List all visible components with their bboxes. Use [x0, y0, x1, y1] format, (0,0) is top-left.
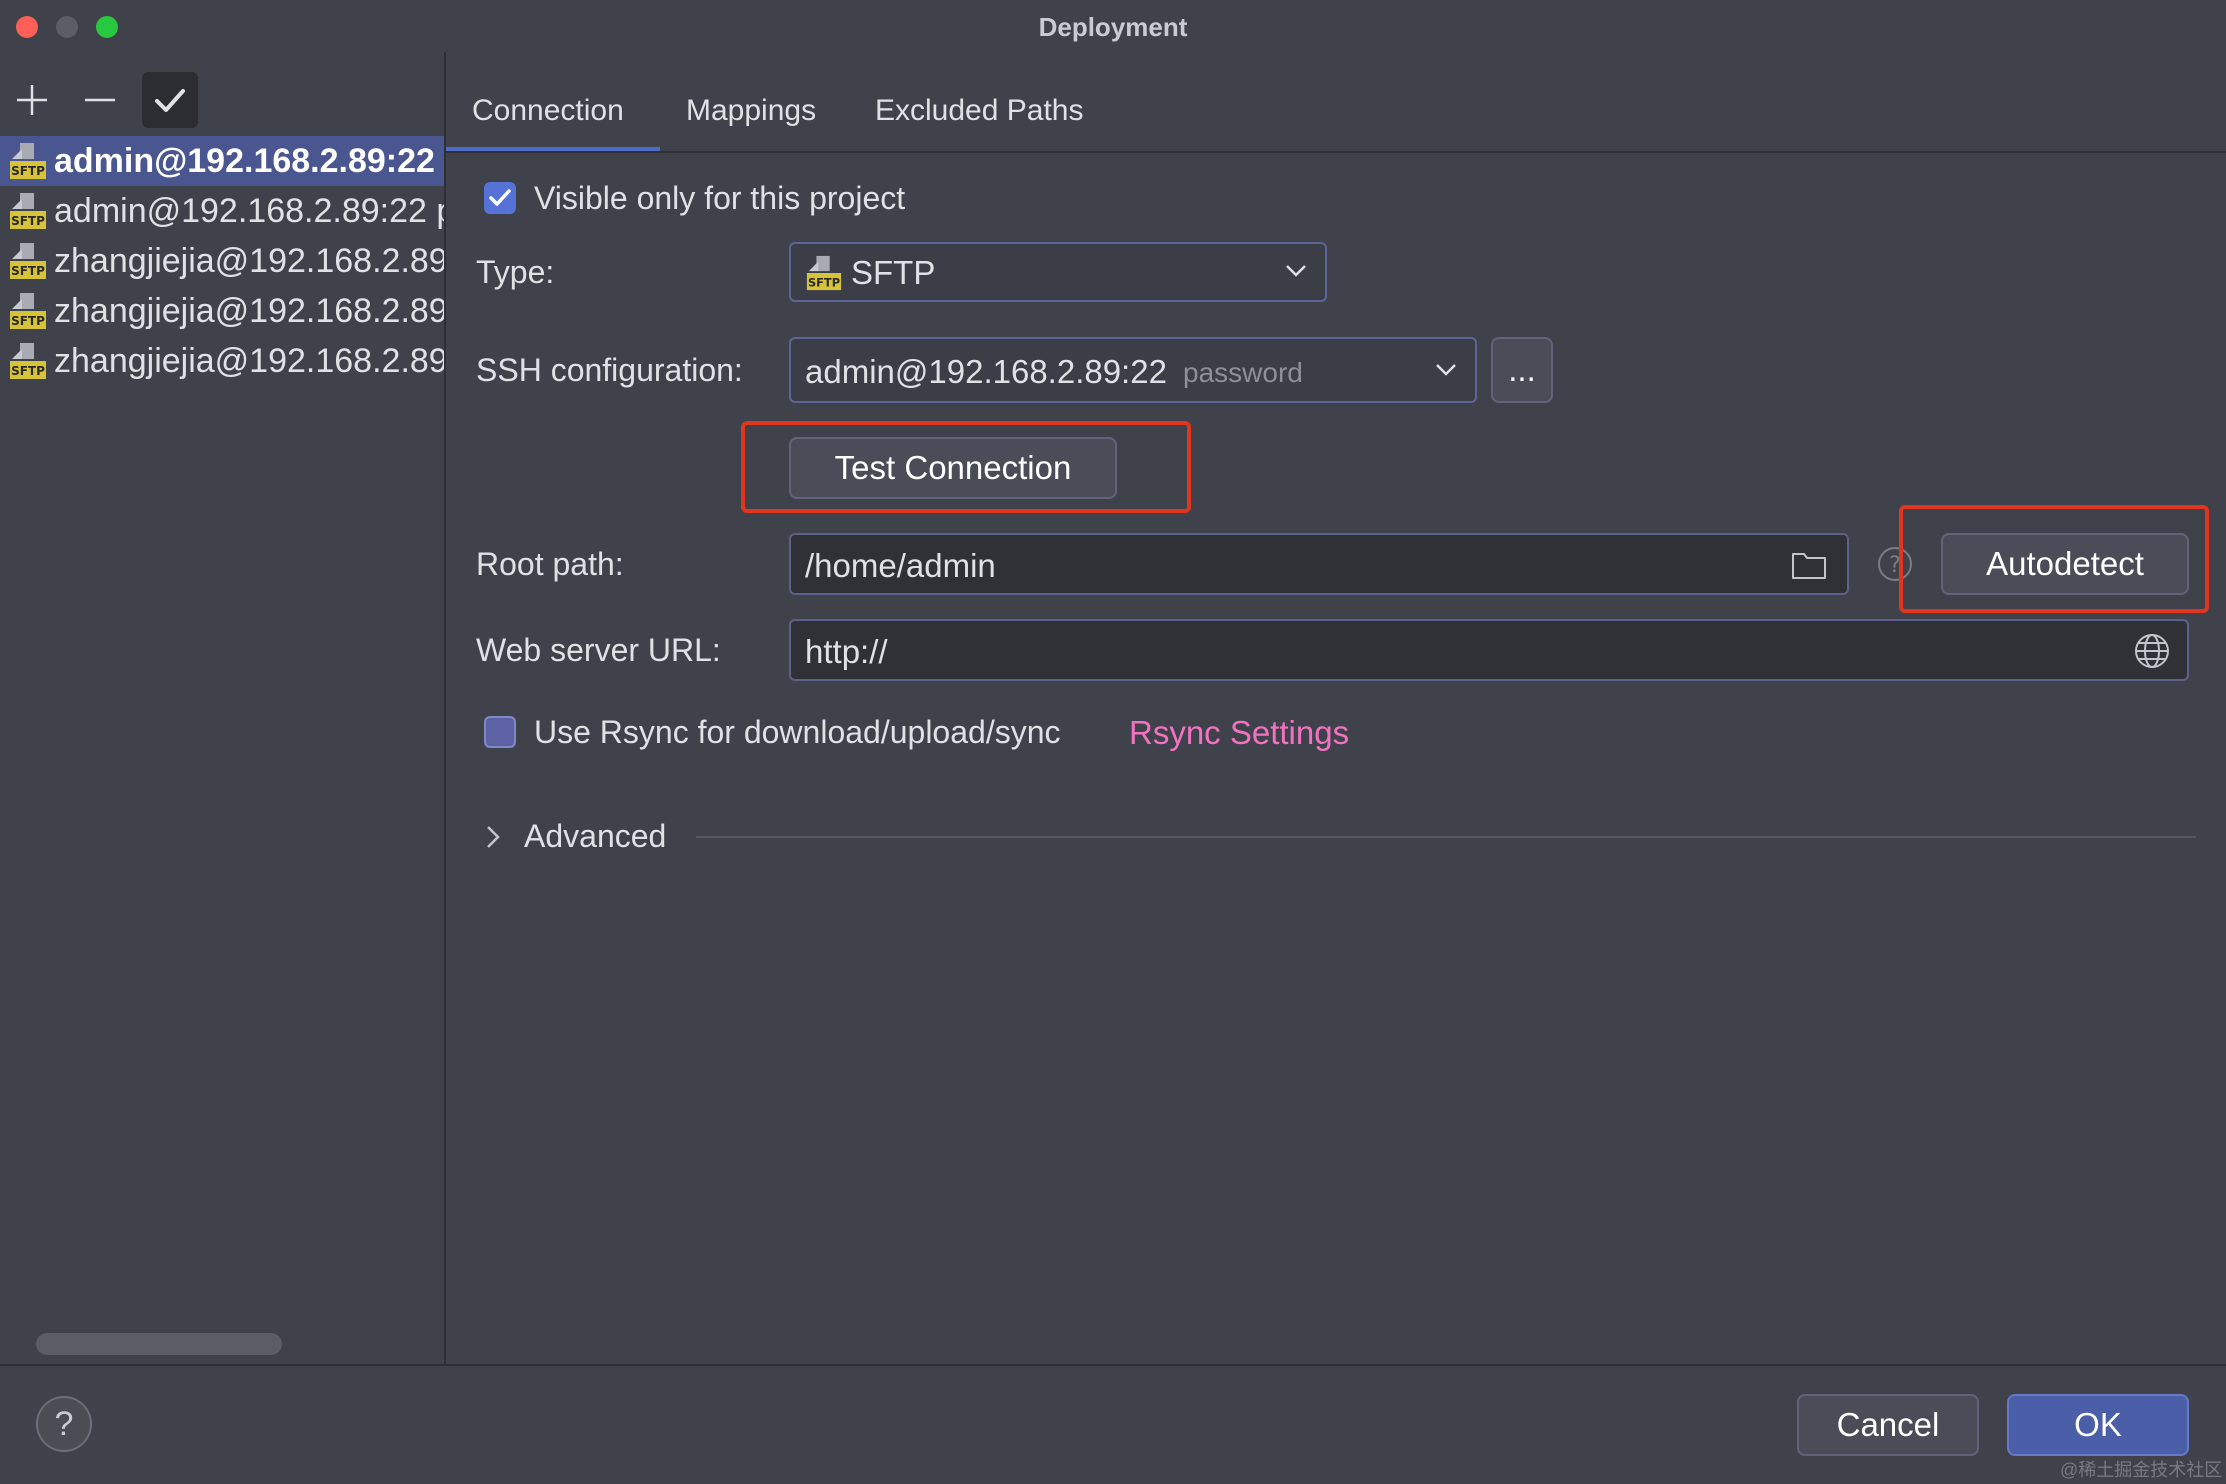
sftp-icon: SFTP — [10, 243, 46, 279]
tab-connection[interactable]: Connection — [472, 94, 624, 128]
use-rsync-label: Use Rsync for download/upload/sync — [534, 714, 1061, 750]
sftp-icon: SFTP — [806, 255, 842, 291]
server-label: zhangjiejia@192.168.2.89 — [54, 291, 444, 330]
server-list-item[interactable]: SFTP zhangjiejia@192.168.2.89 — [0, 286, 444, 336]
svg-text:SFTP: SFTP — [11, 264, 45, 278]
add-server-button[interactable] — [4, 72, 60, 128]
ssh-auth-hint: password — [1183, 357, 1303, 388]
type-value: SFTP — [851, 254, 936, 291]
deployment-dialog: Deployment SFTP admin@192.168.2.89:22 SF… — [0, 0, 2226, 1482]
checkmark-icon — [155, 89, 185, 112]
tab-excluded-paths[interactable]: Excluded Paths — [875, 94, 1083, 128]
sftp-icon: SFTP — [10, 193, 46, 229]
dialog-footer: ? Cancel OK @稀土掘金技术社区 — [0, 1364, 2226, 1484]
root-path-label: Root path: — [476, 546, 624, 582]
svg-text:SFTP: SFTP — [11, 214, 45, 228]
advanced-divider — [696, 836, 2196, 838]
window-title: Deployment — [1038, 12, 1188, 42]
server-sidebar: SFTP admin@192.168.2.89:22 SFTP admin@19… — [0, 52, 446, 1364]
type-dropdown[interactable]: SFTP SFTP — [789, 242, 1327, 302]
tab-mappings[interactable]: Mappings — [686, 94, 816, 128]
horizontal-scrollbar[interactable] — [36, 1333, 282, 1355]
remove-server-button[interactable] — [72, 72, 128, 128]
visible-only-checkbox[interactable] — [484, 182, 516, 214]
globe-icon[interactable] — [2133, 632, 2171, 670]
title-bar: Deployment — [0, 0, 2226, 52]
use-rsync-checkbox[interactable] — [484, 716, 516, 748]
root-path-value: /home/admin — [805, 547, 996, 584]
web-server-url-input[interactable]: http:// — [789, 619, 2189, 681]
folder-icon[interactable] — [1791, 550, 1827, 580]
advanced-section-toggle[interactable]: Advanced — [524, 818, 666, 855]
ssh-configuration-value: admin@192.168.2.89:22 — [805, 353, 1167, 390]
active-tab-indicator — [446, 147, 660, 151]
svg-text:SFTP: SFTP — [808, 275, 840, 289]
server-label: zhangjiejia@192.168.2.89 — [54, 241, 444, 280]
ssh-configuration-label: SSH configuration: — [476, 352, 743, 388]
sftp-icon: SFTP — [10, 343, 46, 379]
server-list-item[interactable]: SFTP admin@192.168.2.89:22 — [0, 136, 444, 186]
server-list: SFTP admin@192.168.2.89:22 SFTP admin@19… — [0, 136, 444, 386]
chevron-down-icon — [1436, 364, 1456, 376]
server-list-item[interactable]: SFTP zhangjiejia@192.168.2.89 — [0, 236, 444, 286]
svg-text:SFTP: SFTP — [11, 364, 45, 378]
watermark: @稀土掘金技术社区 — [2060, 1460, 2223, 1480]
chevron-down-icon — [1286, 265, 1306, 277]
visible-only-label: Visible only for this project — [534, 180, 906, 216]
root-path-input[interactable]: /home/admin — [789, 533, 1849, 595]
plus-icon — [17, 85, 47, 115]
server-list-item[interactable]: SFTP zhangjiejia@192.168.2.89 — [0, 336, 444, 386]
help-button[interactable]: ? — [36, 1396, 92, 1452]
cancel-button[interactable]: Cancel — [1797, 1394, 1979, 1456]
server-label: admin@192.168.2.89:22 — [54, 141, 435, 180]
tab-bar: Connection Mappings Excluded Paths — [446, 52, 2226, 153]
server-label: admin@192.168.2.89:22 p — [54, 191, 444, 230]
sftp-icon: SFTP — [10, 293, 46, 329]
sftp-icon: SFTP — [10, 143, 46, 179]
type-label: Type: — [476, 254, 555, 290]
apply-default-button[interactable] — [142, 72, 198, 128]
rsync-settings-link[interactable]: Rsync Settings — [1129, 714, 1349, 752]
svg-text:SFTP: SFTP — [11, 314, 45, 328]
ok-button[interactable]: OK — [2007, 1394, 2189, 1456]
ssh-configuration-dropdown[interactable]: admin@192.168.2.89:22 password — [789, 337, 1477, 403]
ssh-configuration-more-button[interactable]: ... — [1491, 337, 1553, 403]
checkmark-icon — [489, 189, 511, 206]
server-label: zhangjiejia@192.168.2.89 — [54, 341, 444, 380]
test-connection-button[interactable]: Test Connection — [789, 437, 1117, 499]
svg-text:SFTP: SFTP — [11, 164, 45, 178]
server-list-item[interactable]: SFTP admin@192.168.2.89:22 p — [0, 186, 444, 236]
autodetect-button[interactable]: Autodetect — [1941, 533, 2189, 595]
web-server-url-label: Web server URL: — [476, 632, 721, 668]
web-server-url-value: http:// — [805, 633, 888, 670]
minus-icon — [85, 98, 115, 102]
chevron-right-icon[interactable] — [484, 824, 502, 850]
